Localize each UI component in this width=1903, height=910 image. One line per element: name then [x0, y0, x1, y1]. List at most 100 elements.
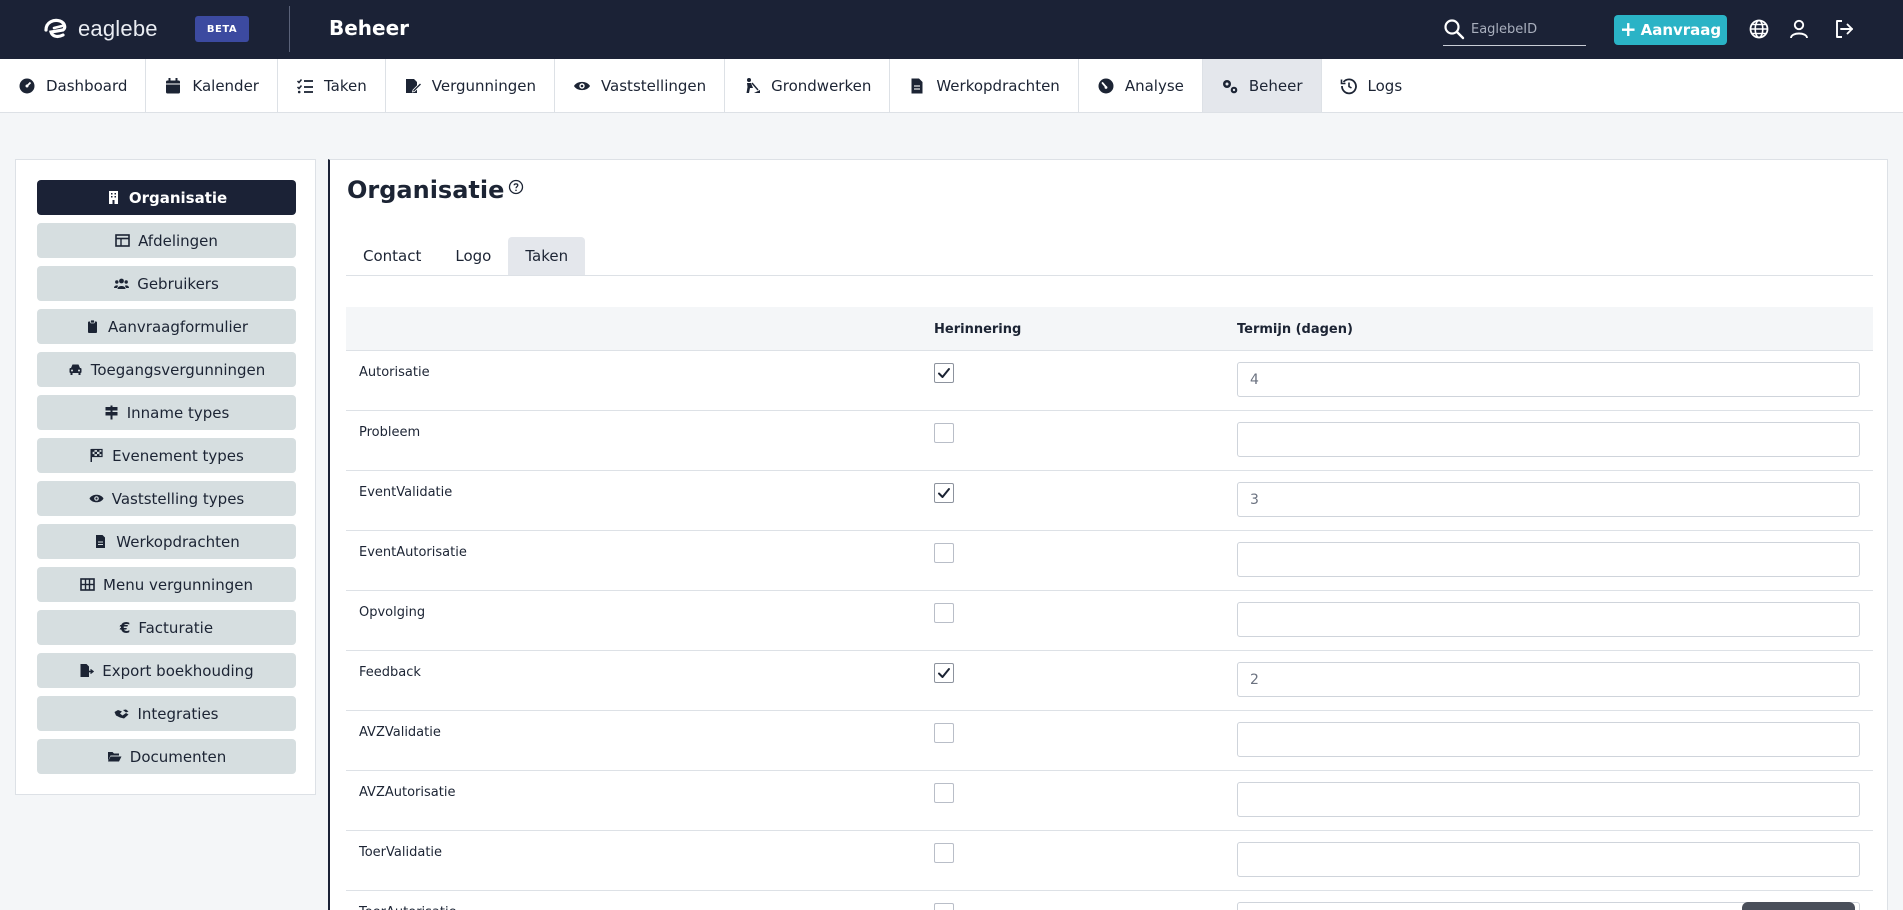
- table-header: Herinnering Termijn (dagen): [346, 307, 1873, 351]
- sidebar-item-label: Menu vergunningen: [103, 575, 253, 594]
- car-icon: [69, 364, 82, 375]
- herinnering-checkbox[interactable]: [934, 423, 954, 443]
- topbar-divider: [289, 6, 290, 52]
- herinnering-checkbox[interactable]: [934, 603, 954, 623]
- sidebar-item-organisatie[interactable]: Organisatie: [37, 180, 296, 215]
- task-name: Feedback: [359, 665, 421, 680]
- section-title: Beheer: [329, 16, 410, 40]
- digging-icon: [746, 77, 761, 93]
- herinnering-checkbox[interactable]: [934, 783, 954, 803]
- nav-taken[interactable]: Taken: [278, 59, 386, 112]
- sidebar-item-label: Gebruikers: [137, 274, 219, 293]
- beheer-sidebar: Organisatie Afdelingen Gebruikers Aanvra…: [15, 159, 316, 795]
- module-nav: Dashboard Kalender Taken Vergunningen Va…: [0, 59, 1903, 113]
- user-icon[interactable]: [1788, 18, 1810, 40]
- check-icon: [938, 368, 950, 378]
- sidebar-item-toegangsvergunningen[interactable]: Toegangsvergunningen: [37, 352, 296, 387]
- nav-analyse[interactable]: Analyse: [1079, 59, 1203, 112]
- termijn-input[interactable]: [1237, 362, 1860, 397]
- termijn-input[interactable]: [1237, 842, 1860, 877]
- nav-logs[interactable]: Logs: [1322, 59, 1421, 112]
- nav-dashboard[interactable]: Dashboard: [0, 59, 147, 112]
- herinnering-checkbox[interactable]: [934, 543, 954, 563]
- termijn-input[interactable]: [1237, 602, 1860, 637]
- herinnering-checkbox[interactable]: [934, 363, 954, 383]
- termijn-input[interactable]: [1237, 422, 1860, 457]
- sidebar-item-integraties[interactable]: Integraties: [37, 696, 296, 731]
- termijn-input[interactable]: [1237, 542, 1860, 577]
- sidebar-item-evenement-types[interactable]: Evenement types: [37, 438, 296, 473]
- globe-icon[interactable]: [1748, 18, 1770, 40]
- table-row: Probleem: [346, 411, 1873, 471]
- table-row: Opvolging: [346, 591, 1873, 651]
- eaglebe-logo[interactable]: eaglebe: [42, 15, 158, 43]
- permit-icon: [405, 78, 422, 93]
- termijn-input[interactable]: [1237, 482, 1860, 517]
- termijn-input[interactable]: [1237, 722, 1860, 757]
- nav-vergunningen[interactable]: Vergunningen: [386, 59, 555, 112]
- nav-label: Vaststellingen: [600, 76, 707, 95]
- table-row: EventValidatie: [346, 471, 1873, 531]
- nav-werkopdrachten[interactable]: Werkopdrachten: [890, 59, 1079, 112]
- plus-icon: +: [1619, 17, 1637, 41]
- page-title-text: Organisatie: [347, 176, 505, 204]
- sidebar-item-menu-vergunningen[interactable]: Menu vergunningen: [37, 567, 296, 602]
- sidebar-item-afdelingen[interactable]: Afdelingen: [37, 223, 296, 258]
- history-icon: [1340, 77, 1357, 94]
- herinnering-checkbox[interactable]: [934, 663, 954, 683]
- nav-vaststellingen[interactable]: Vaststellingen: [555, 59, 726, 112]
- tab-logo[interactable]: Logo: [438, 237, 508, 275]
- aanvraag-label: Aanvraag: [1640, 21, 1722, 39]
- herinnering-checkbox[interactable]: [934, 903, 954, 910]
- tab-taken[interactable]: Taken: [508, 237, 586, 275]
- sidebar-item-vaststelling-types[interactable]: Vaststelling types: [37, 481, 296, 516]
- sidebar-item-label: Organisatie: [128, 188, 228, 207]
- table-row: ToerValidatie: [346, 831, 1873, 891]
- organisatie-tabs: Contact Logo Taken: [346, 237, 1873, 276]
- task-name: ToerAutorisatie: [359, 905, 457, 910]
- sidebar-item-label: Export boekhouding: [102, 661, 254, 680]
- search-input[interactable]: [1471, 16, 1583, 42]
- herinnering-checkbox[interactable]: [934, 843, 954, 863]
- search-icon[interactable]: [1443, 18, 1465, 40]
- herinnering-checkbox[interactable]: [934, 483, 954, 503]
- new-aanvraag-button[interactable]: + Aanvraag: [1614, 15, 1727, 45]
- termijn-input[interactable]: [1237, 662, 1860, 697]
- users-icon: [114, 278, 130, 289]
- nav-grondwerken[interactable]: Grondwerken: [725, 59, 891, 112]
- sidebar-item-aanvraagformulier[interactable]: Aanvraagformulier: [37, 309, 296, 344]
- grid-icon: [80, 578, 95, 591]
- clipboard-icon: [87, 319, 97, 333]
- nav-label: Kalender: [192, 76, 259, 95]
- file-export-icon: [80, 664, 95, 677]
- termijn-input[interactable]: [1237, 782, 1860, 817]
- sidebar-item-documenten[interactable]: Documenten: [37, 739, 296, 774]
- nav-kalender[interactable]: Kalender: [146, 59, 278, 112]
- handshake-icon: [114, 709, 129, 719]
- column-header-herinnering: Herinnering: [934, 322, 1022, 337]
- sidebar-item-export-boekhouding[interactable]: Export boekhouding: [37, 653, 296, 688]
- sidebar-item-inname-types[interactable]: Inname types: [37, 395, 296, 430]
- nav-beheer[interactable]: Beheer: [1202, 59, 1322, 112]
- logo-text: eaglebe: [78, 16, 158, 41]
- sidebar-item-werkopdrachten[interactable]: Werkopdrachten: [37, 524, 296, 559]
- sidebar-item-facturatie[interactable]: € Facturatie: [37, 610, 296, 645]
- table-row: EventAutorisatie: [346, 531, 1873, 591]
- herinnering-checkbox[interactable]: [934, 723, 954, 743]
- sidebar-item-label: Aanvraagformulier: [107, 317, 249, 336]
- task-name: EventValidatie: [359, 485, 453, 500]
- column-header-termijn: Termijn (dagen): [1237, 322, 1353, 337]
- building-icon: [108, 191, 118, 204]
- nav-label: Grondwerken: [771, 76, 872, 95]
- file-icon: [911, 78, 923, 93]
- flag-icon: [90, 448, 103, 462]
- sidebar-item-label: Inname types: [126, 403, 230, 422]
- eaglebe-logo-icon: [44, 18, 67, 39]
- help-icon[interactable]: [508, 179, 524, 195]
- logout-icon[interactable]: [1833, 18, 1855, 40]
- table-icon: [115, 234, 130, 247]
- tab-contact[interactable]: Contact: [346, 237, 438, 275]
- sidebar-item-gebruikers[interactable]: Gebruikers: [37, 266, 296, 301]
- floating-button[interactable]: [1742, 902, 1855, 910]
- beta-badge: BETA: [195, 16, 249, 42]
